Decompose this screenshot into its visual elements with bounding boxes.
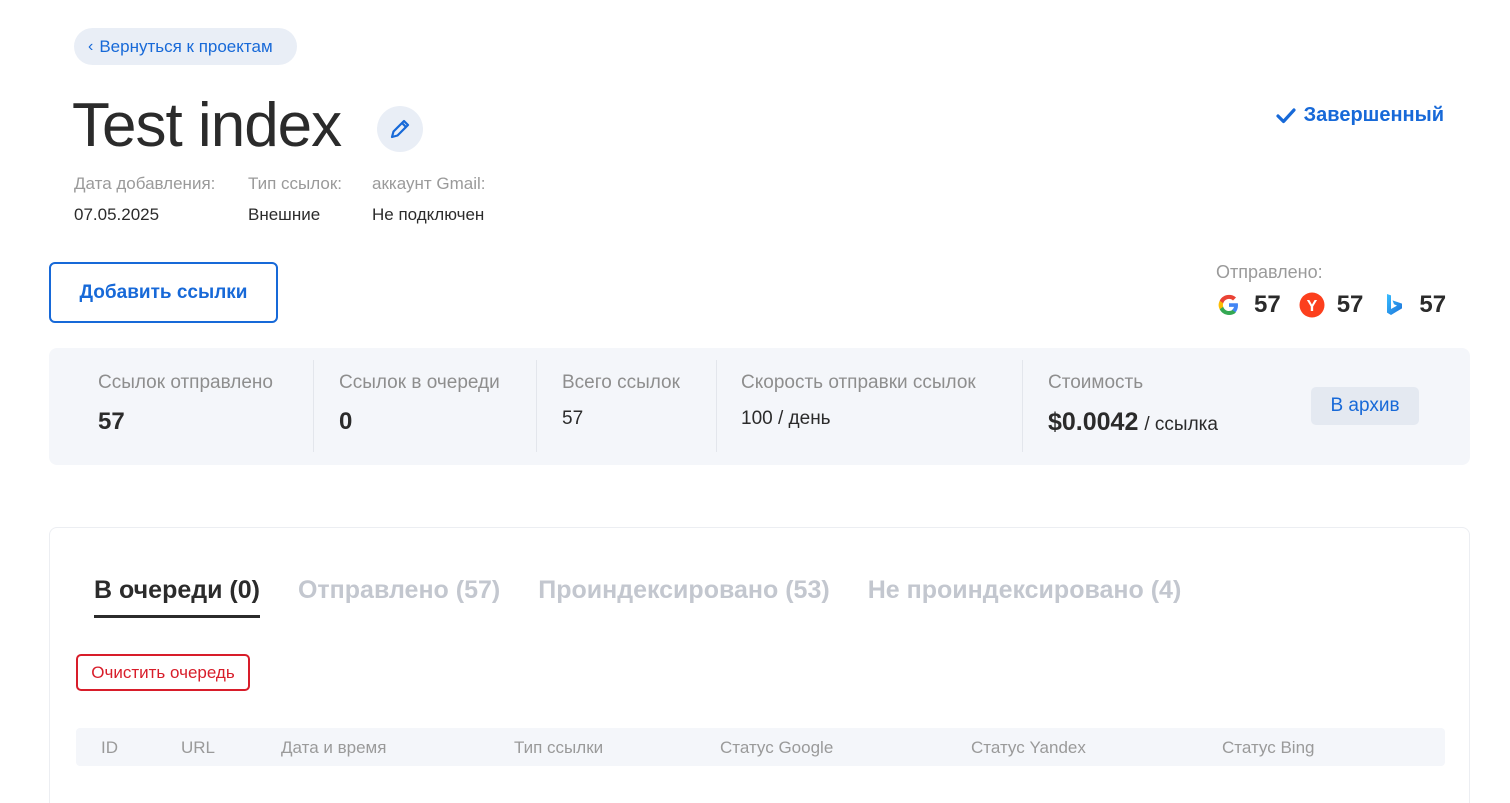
- back-to-projects-link[interactable]: ‹ Вернуться к проектам: [74, 28, 297, 65]
- stat-value: 57: [562, 408, 584, 429]
- svg-text:Y: Y: [1306, 298, 1317, 315]
- tabs: В очереди (0) Отправлено (57) Проиндекси…: [94, 576, 1181, 618]
- tab-indexed[interactable]: Проиндексировано (53): [538, 576, 829, 618]
- links-panel: В очереди (0) Отправлено (57) Проиндекси…: [49, 527, 1470, 803]
- column-header-yandex-status[interactable]: Статус Yandex: [971, 738, 1086, 758]
- stats-bar: Ссылок отправлено 57 Ссылок в очереди 0 …: [49, 348, 1470, 465]
- column-header-datetime[interactable]: Дата и время: [281, 738, 386, 758]
- edit-title-button[interactable]: [377, 106, 423, 152]
- meta-label: Дата добавления:: [74, 174, 216, 193]
- column-header-link-type[interactable]: Тип ссылки: [514, 738, 603, 758]
- meta-date-added: Дата добавления: 07.05.2025: [74, 174, 215, 225]
- cost-price: $0.0042: [1048, 408, 1139, 436]
- meta-link-type: Тип ссылок: Внешние: [248, 174, 342, 225]
- stat-label: Стоимость: [1048, 372, 1144, 393]
- meta-label: аккаунт Gmail:: [372, 174, 486, 193]
- project-status: Завершенный: [1276, 104, 1444, 127]
- stat-label: Всего ссылок: [562, 372, 680, 393]
- stat-links-queued: Ссылок в очереди 0: [339, 372, 500, 436]
- divider: [313, 360, 314, 452]
- status-label: Завершенный: [1303, 104, 1444, 126]
- column-header-id[interactable]: ID: [101, 738, 118, 758]
- back-link-label: Вернуться к проектам: [99, 36, 273, 56]
- cost-unit: / ссылка: [1144, 414, 1218, 435]
- bing-sent-count: 57: [1381, 291, 1446, 319]
- check-icon: [1276, 107, 1296, 123]
- page-title: Test index: [72, 91, 342, 160]
- tab-sent[interactable]: Отправлено (57): [298, 576, 500, 618]
- google-icon: [1218, 294, 1238, 315]
- meta-value: 07.05.2025: [74, 205, 160, 224]
- stat-label: Скорость отправки ссылок: [741, 372, 976, 393]
- stat-value: 0: [339, 408, 353, 435]
- stat-links-sent: Ссылок отправлено 57: [98, 372, 273, 436]
- bing-count: 57: [1419, 291, 1447, 318]
- divider: [1022, 360, 1023, 452]
- clear-queue-button[interactable]: Очистить очередь: [76, 654, 250, 691]
- meta-value: Внешние: [248, 205, 321, 224]
- meta-value: Не подключен: [372, 205, 485, 224]
- google-count: 57: [1254, 291, 1281, 318]
- google-sent-count: 57: [1216, 291, 1281, 319]
- tab-queued[interactable]: В очереди (0): [94, 576, 260, 618]
- tab-not-indexed[interactable]: Не проиндексировано (4): [868, 576, 1182, 618]
- divider: [536, 360, 537, 452]
- stat-cost: Стоимость $0.0042 / ссылка: [1048, 372, 1218, 437]
- stat-value: $0.0042 / ссылка: [1048, 408, 1218, 437]
- stat-value: 100 / день: [741, 408, 831, 429]
- archive-button[interactable]: В архив: [1311, 387, 1419, 425]
- stat-value: 57: [98, 408, 125, 435]
- stat-links-total: Всего ссылок 57: [562, 372, 680, 430]
- column-header-bing-status[interactable]: Статус Bing: [1222, 738, 1315, 758]
- column-header-google-status[interactable]: Статус Google: [720, 738, 833, 758]
- chevron-left-icon: ‹: [88, 37, 94, 55]
- stat-send-speed: Скорость отправки ссылок 100 / день: [741, 372, 976, 430]
- table-header: ID URL Дата и время Тип ссылки Статус Go…: [76, 728, 1445, 766]
- column-header-url[interactable]: URL: [181, 738, 215, 758]
- add-links-button[interactable]: Добавить ссылки: [49, 262, 278, 323]
- sent-label: Отправлено:: [1216, 262, 1323, 282]
- sent-summary: Отправлено: 57 Y 57 57: [1216, 262, 1446, 319]
- stat-label: Ссылок отправлено: [98, 372, 273, 393]
- pencil-icon: [390, 119, 410, 139]
- bing-icon: [1387, 294, 1403, 315]
- divider: [716, 360, 717, 452]
- meta-gmail-account: аккаунт Gmail: Не подключен: [372, 174, 485, 225]
- stat-label: Ссылок в очереди: [339, 372, 500, 393]
- yandex-count: 57: [1336, 291, 1364, 318]
- meta-label: Тип ссылок:: [248, 174, 343, 193]
- yandex-sent-count: Y 57: [1299, 291, 1364, 319]
- yandex-icon: Y: [1299, 292, 1325, 318]
